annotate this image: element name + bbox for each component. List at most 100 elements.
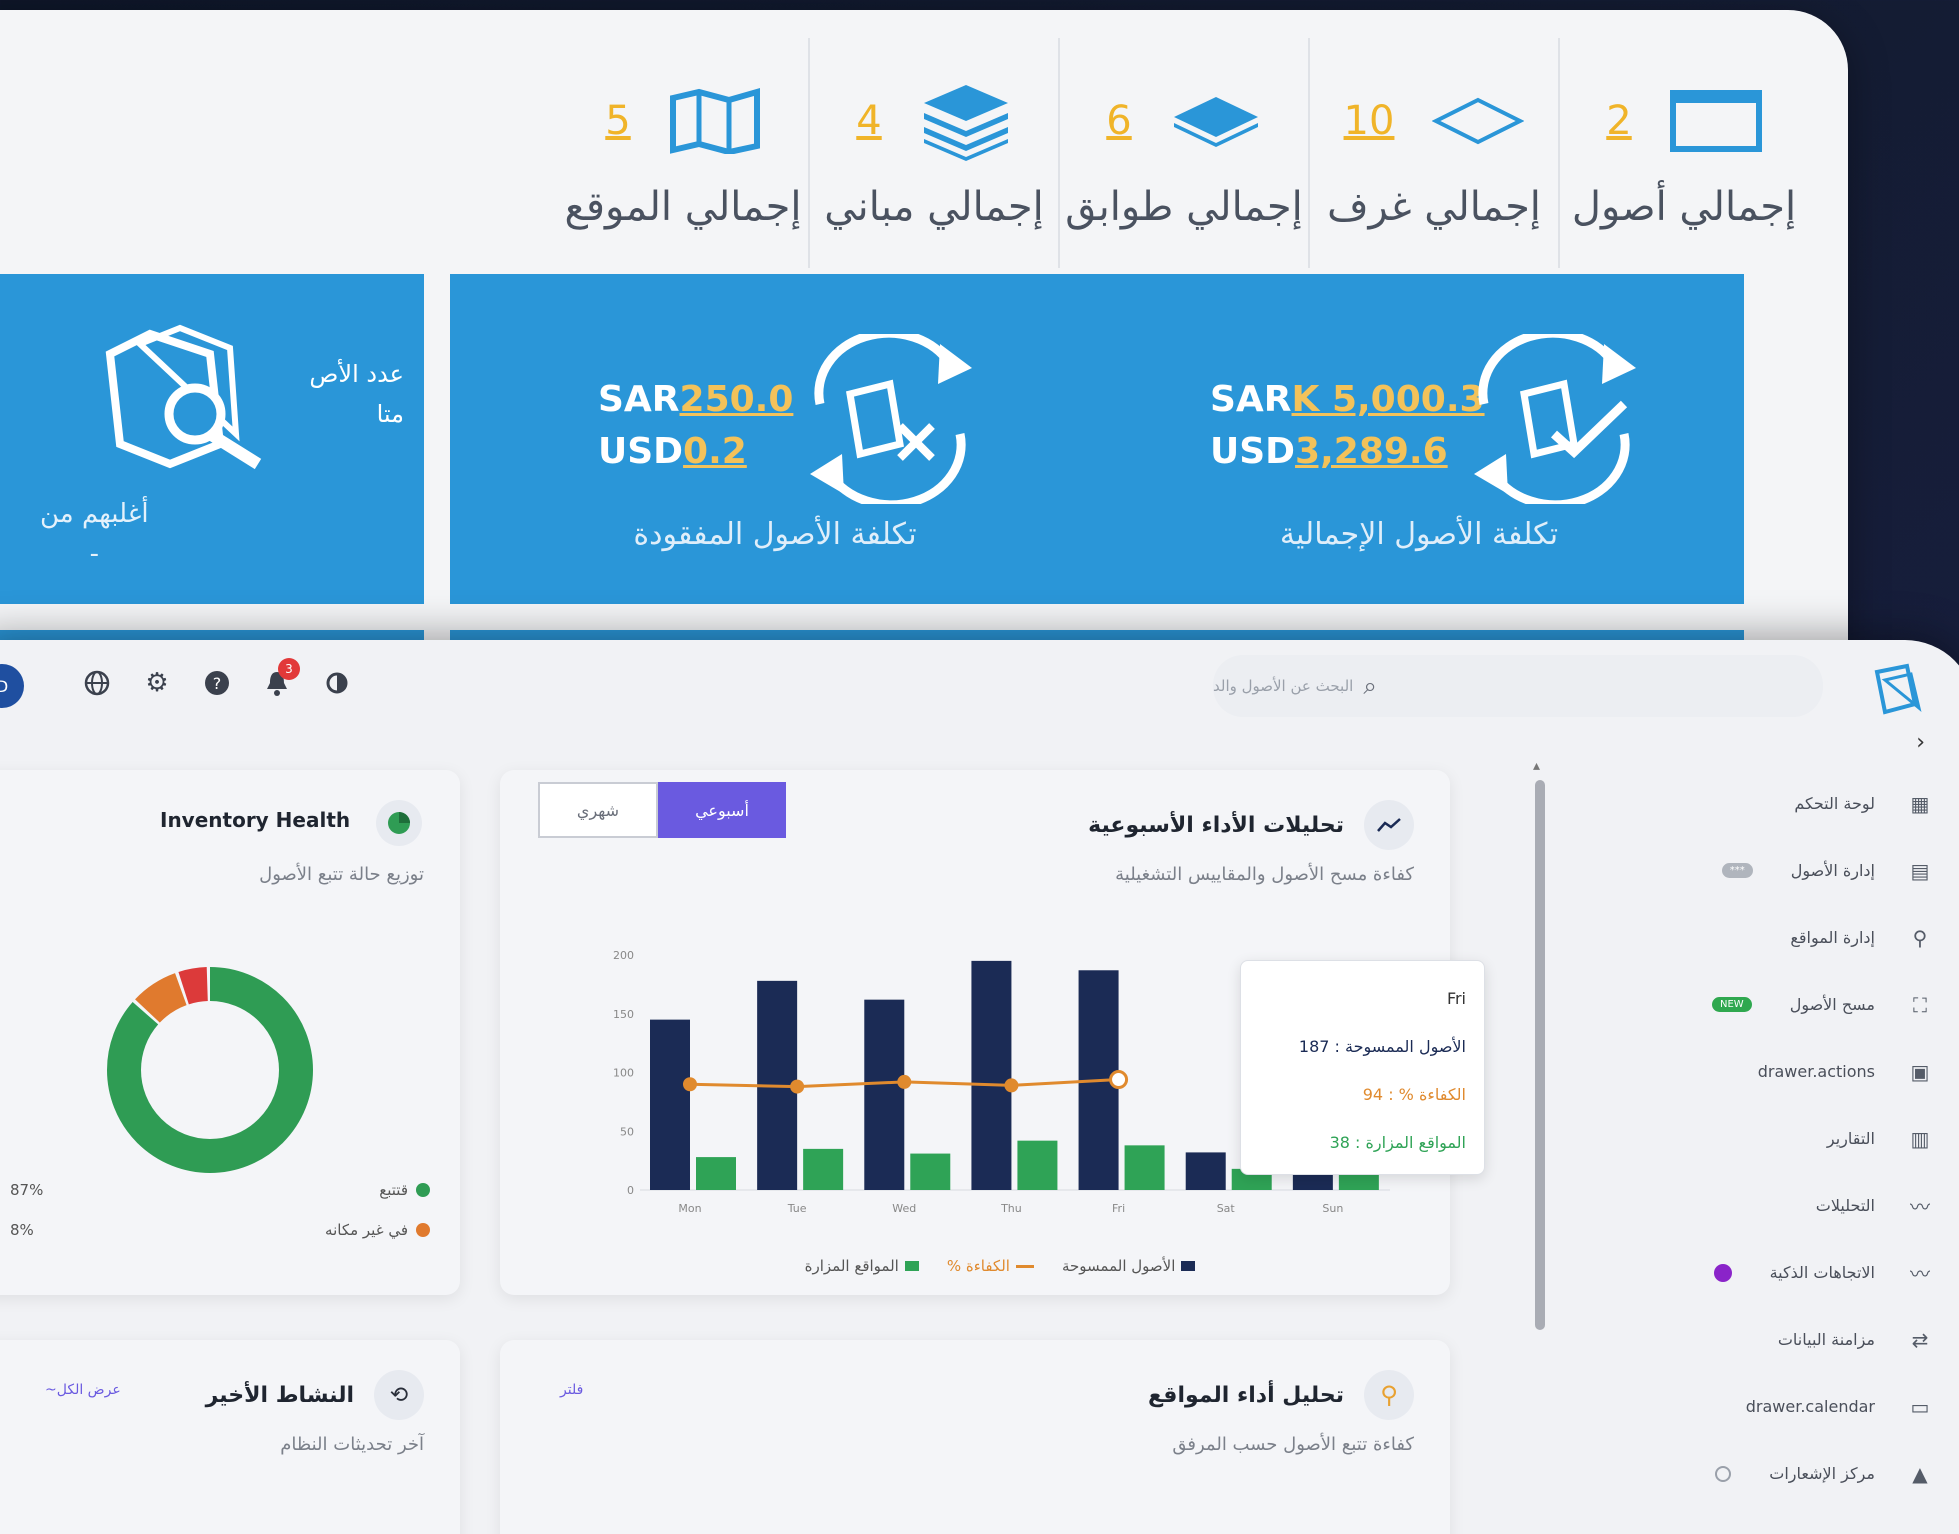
scrollbar[interactable] bbox=[1535, 780, 1545, 1330]
new-pill: NEW bbox=[1712, 997, 1752, 1012]
sites-performance-card: ⚲ تحليل أداء المواقع كفاءة تتبع الأصول ح… bbox=[500, 1340, 1450, 1534]
gear-icon[interactable]: ⚙ bbox=[140, 666, 174, 700]
bar-visited bbox=[696, 1157, 736, 1190]
summary-panel: 2 إجمالي أصول 10 إجمالي غرف 6 إجمالي طوا… bbox=[0, 10, 1848, 750]
theme-toggle-icon[interactable] bbox=[320, 666, 354, 700]
stat-buildings[interactable]: 4 إجمالي مباني bbox=[808, 38, 1058, 268]
svg-text:?: ? bbox=[213, 674, 222, 693]
bell-icon[interactable]: 3 bbox=[260, 658, 300, 700]
asset-count-pill: *** bbox=[1721, 863, 1753, 878]
notification-badge: 3 bbox=[278, 658, 300, 680]
archive-icon: ▤ bbox=[1910, 858, 1930, 883]
legend-row-misplaced: 8% في غير مكانه bbox=[10, 1210, 430, 1250]
legend-swatch-orange bbox=[1015, 1264, 1034, 1268]
sidebar-item-calendar[interactable]: ▭ drawer.calendar bbox=[1575, 1373, 1935, 1440]
stat-floors[interactable]: 6 إجمالي طوابق bbox=[1058, 38, 1308, 268]
legend-visited: المواقع المزارة bbox=[805, 1257, 919, 1275]
toolbar-icons: ⚙ ? 3 bbox=[80, 658, 354, 700]
bell-icon: ▲ bbox=[1912, 1461, 1928, 1486]
legend-label: الأصول الممسوحة bbox=[1061, 1257, 1176, 1275]
legend-label: الكفاءة % bbox=[946, 1257, 1010, 1275]
sidebar-item-sync[interactable]: ⇄ مزامنة البيانات bbox=[1575, 1306, 1935, 1373]
x-tick-label: Wed bbox=[892, 1202, 916, 1215]
inventory-title: Inventory Health bbox=[160, 808, 351, 832]
bar-visited bbox=[1338, 1174, 1379, 1190]
weekly-toggle[interactable]: أسبوعي bbox=[658, 782, 786, 838]
activity-subtitle: آخر تحديثات النظام bbox=[280, 1434, 424, 1455]
legend-swatch-navy bbox=[1181, 1261, 1196, 1271]
dashboard-panel: ⌕ البحث عن الأصول والد ⚙ ? 3 D › ▦ لوحة ا… bbox=[0, 640, 1959, 1534]
inventory-legend: 87% قتتبع 8% في غير مكانه bbox=[10, 1170, 430, 1250]
filter-link[interactable]: فلتر bbox=[560, 1382, 583, 1398]
recent-activity-card: ⟲ النشاط الأخير آخر تحديثات النظام عرض ا… bbox=[0, 1340, 460, 1534]
sidebar-item-smart-trends[interactable]: 〰 الاتجاهات الذكية bbox=[1575, 1239, 1935, 1306]
stat-floors-label: إجمالي طوابق bbox=[1065, 184, 1303, 230]
location-pin-icon: ⚲ bbox=[1364, 1370, 1414, 1420]
assets-count-card[interactable]: عدد الأص متا أغلبهم من - bbox=[0, 274, 424, 604]
monthly-toggle[interactable]: شهري bbox=[538, 782, 658, 838]
chevron-right-icon[interactable]: › bbox=[1916, 730, 1925, 755]
view-all-link[interactable]: عرض الكل~ bbox=[45, 1382, 121, 1398]
purple-dot-icon bbox=[1713, 1263, 1732, 1282]
sites-header: ⚲ تحليل أداء المواقع bbox=[1148, 1370, 1414, 1420]
bar-visited bbox=[803, 1148, 844, 1190]
analytics-title: تحليلات الأداء الأسبوعية bbox=[1088, 812, 1344, 838]
tooltip-day: Fri bbox=[1446, 989, 1466, 1008]
room-outline-icon bbox=[1432, 97, 1525, 145]
scroll-up-icon[interactable]: ▴ bbox=[1533, 758, 1540, 774]
activity-header: ⟲ النشاط الأخير bbox=[206, 1370, 424, 1420]
total-cost-values: SARK 5,000.3 USD3,289.6 bbox=[1210, 374, 1485, 478]
legend-swatch-green bbox=[904, 1261, 919, 1271]
weekly-analytics-card: تحليلات الأداء الأسبوعية كفاءة مسح الأصو… bbox=[500, 770, 1485, 1295]
usd-label: USD bbox=[1210, 431, 1296, 472]
tooltip-scanned: الأصول الممسوحة : 187 bbox=[1298, 1037, 1466, 1056]
sidebar-item-label: مزامنة البيانات bbox=[1777, 1330, 1875, 1349]
lost-cost-card[interactable]: SAR250.0 USD0.2 تكلفة الأصول المفقودة bbox=[450, 274, 1100, 604]
search-placeholder: البحث عن الأصول والد bbox=[1213, 677, 1354, 695]
stat-rooms-label: إجمالي غرف bbox=[1327, 184, 1541, 230]
lost-cost-sar: 250.0 bbox=[679, 379, 794, 420]
app-logo-icon[interactable] bbox=[1869, 662, 1925, 718]
globe-icon[interactable] bbox=[80, 666, 114, 700]
search-input[interactable]: ⌕ البحث عن الأصول والد bbox=[1213, 655, 1823, 717]
stat-assets[interactable]: 2 إجمالي أصول bbox=[1558, 38, 1808, 268]
sidebar-item-asset-management[interactable]: ▤ إدارة الأصول *** bbox=[1575, 837, 1935, 904]
bar-visited bbox=[1017, 1140, 1058, 1190]
legend-row-tracked: 87% قتتبع bbox=[10, 1170, 430, 1210]
sidebar-item-actions[interactable]: ▣ drawer.actions bbox=[1575, 1038, 1935, 1105]
total-cost-title: تكلفة الأصول الإجمالية bbox=[1279, 517, 1559, 552]
stat-sites[interactable]: 5 إجمالي الموقع bbox=[558, 38, 808, 268]
scan-icon: ⛶ bbox=[1913, 992, 1927, 1017]
tracked-label-wrap: قتتبع bbox=[379, 1181, 430, 1199]
sidebar-item-sites[interactable]: ⚲ إدارة المواقع bbox=[1575, 904, 1935, 971]
sidebar-item-analytics[interactable]: 〰 التحليلات bbox=[1575, 1172, 1935, 1239]
efficiency-point bbox=[1109, 1070, 1129, 1090]
inventory-health-card: Inventory Health توزيع حالة تتبع الأصول … bbox=[0, 770, 460, 1295]
x-tick-label: Fri bbox=[1112, 1202, 1125, 1215]
bar-scanned bbox=[971, 960, 1012, 1190]
x-tick-label: Mon bbox=[678, 1202, 701, 1215]
sidebar-item-dashboard[interactable]: ▦ لوحة التحكم bbox=[1575, 770, 1935, 837]
sidebar: › ▦ لوحة التحكم ▤ إدارة الأصول *** ⚲ إدارة ا… bbox=[1533, 730, 1959, 1534]
sidebar-nav: ▦ لوحة التحكم ▤ إدارة الأصول *** ⚲ إدارة الم… bbox=[1575, 770, 1935, 1507]
stat-rooms[interactable]: 10 إجمالي غرف bbox=[1308, 38, 1558, 268]
sync-icon: ⇄ bbox=[1911, 1327, 1929, 1352]
stat-floors-value: 6 bbox=[1106, 98, 1132, 144]
total-cost-card[interactable]: SARK 5,000.3 USD3,289.6 تكلفة الأصول الإ… bbox=[1094, 274, 1744, 604]
bar-visited bbox=[910, 1153, 951, 1190]
assets-count-line1: عدد الأص bbox=[309, 360, 404, 388]
sidebar-item-reports[interactable]: ▥ التقارير bbox=[1575, 1105, 1935, 1172]
search-icon: ⌕ bbox=[1363, 672, 1377, 700]
lost-cost-title: تكلفة الأصول المفقودة bbox=[633, 517, 917, 552]
dashboard-grid-icon: ▦ bbox=[1910, 791, 1930, 816]
sidebar-item-notifications[interactable]: ▲ مركز الإشعارات bbox=[1575, 1440, 1935, 1507]
sidebar-item-label: مسح الأصول bbox=[1789, 995, 1875, 1014]
avatar[interactable]: D bbox=[0, 664, 24, 708]
help-icon[interactable]: ? bbox=[200, 666, 234, 700]
cycle-lost-icon bbox=[810, 334, 972, 504]
sidebar-item-scan[interactable]: ⛶ مسح الأصول NEW bbox=[1575, 971, 1935, 1038]
bar-visited bbox=[1124, 1145, 1165, 1190]
history-icon: ⟲ bbox=[374, 1370, 424, 1420]
trend-line-icon: 〰 bbox=[1910, 1262, 1930, 1286]
sites-title: تحليل أداء المواقع bbox=[1148, 1382, 1344, 1408]
